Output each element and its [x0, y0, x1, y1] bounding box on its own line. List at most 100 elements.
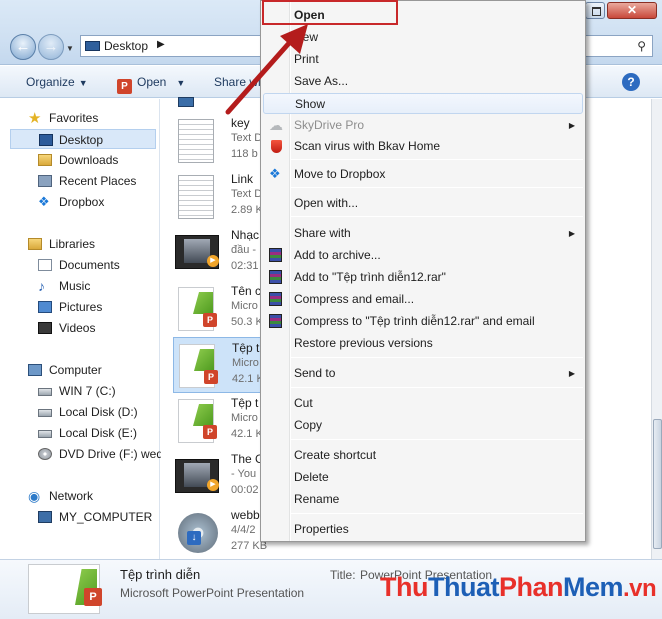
nav-item-drive-c[interactable]: WIN 7 (C:) — [0, 381, 160, 401]
chevron-right-icon[interactable]: ▶ — [157, 39, 165, 50]
menu-item-compress-rar-email[interactable]: Compress to "Tệp trình diễn12.rar" and e… — [263, 311, 583, 332]
menu-separator — [291, 513, 583, 514]
setup-arrow-icon: ↓ — [187, 531, 201, 545]
nav-favorites-label: Favorites — [49, 111, 99, 125]
text-file-icon — [178, 175, 214, 219]
maximize-button[interactable] — [585, 2, 605, 19]
vertical-scrollbar[interactable] — [651, 99, 662, 559]
chevron-down-icon: ▼ — [78, 78, 88, 88]
nav-item-label: WIN 7 (C:) — [59, 384, 116, 398]
menu-item-copy[interactable]: Copy — [263, 415, 583, 436]
watermark-part: Phan — [498, 572, 564, 602]
scrollbar-thumb[interactable] — [653, 419, 662, 549]
menu-item-label: Share with — [294, 226, 351, 240]
file-item-link[interactable]: Link Text D 2.89 K — [173, 169, 263, 225]
videos-icon — [38, 322, 52, 334]
menu-item-label: Add to archive... — [294, 248, 381, 262]
winrar-icon — [269, 248, 282, 262]
menu-item-compress-email[interactable]: Compress and email... — [263, 289, 583, 310]
menu-item-label: Copy — [294, 418, 323, 432]
help-icon[interactable]: ? — [622, 73, 640, 91]
nav-item-label: Videos — [59, 321, 96, 335]
menu-item-label: Cut — [294, 396, 313, 410]
libraries-icon — [28, 238, 42, 250]
nav-item-my-computer[interactable]: MY_COMPUTER — [0, 507, 160, 527]
nav-item-desktop[interactable]: Desktop — [10, 129, 156, 149]
recent-pages-dropdown[interactable]: ▼ — [66, 44, 74, 53]
file-item-webb[interactable]: ↓ webb 4/4/2 277 KB — [173, 505, 267, 561]
back-button[interactable]: ← — [10, 34, 36, 60]
file-item-key[interactable]: key Text D 118 b — [173, 113, 262, 169]
powerpoint-icon: P — [84, 588, 102, 606]
menu-item-label: Move to Dropbox — [294, 167, 386, 181]
nav-item-label: DVD Drive (F:) wed — [59, 447, 164, 461]
file-item-ten[interactable]: P Tên c Micro 50.3 K — [173, 281, 263, 337]
watermark-part: Thu — [380, 572, 428, 602]
submenu-arrow-icon: ▶ — [568, 229, 575, 238]
file-item-tep-selected[interactable]: P Tệp t Micro 42.1 K — [173, 337, 264, 393]
play-icon: ▶ — [207, 479, 219, 491]
open-label: Open — [137, 75, 167, 89]
menu-item-create-shortcut[interactable]: Create shortcut — [263, 445, 583, 466]
nav-item-downloads[interactable]: Downloads — [0, 150, 160, 170]
nav-network[interactable]: ◉ Network — [0, 486, 160, 506]
nav-item-videos[interactable]: Videos — [0, 318, 160, 338]
details-title-label: Title: — [330, 568, 356, 582]
desktop-icon — [85, 41, 100, 51]
music-icon: ♪ — [38, 278, 45, 294]
winrar-icon — [269, 292, 282, 306]
nav-network-label: Network — [49, 489, 94, 503]
organize-button[interactable]: Organize ▼ — [26, 75, 88, 89]
submenu-arrow-icon: ▶ — [568, 369, 575, 378]
nav-item-music[interactable]: ♪ Music — [0, 276, 160, 296]
nav-item-drive-f[interactable]: DVD Drive (F:) wed — [0, 444, 164, 464]
menu-item-properties[interactable]: Properties — [263, 519, 583, 540]
nav-item-label: Documents — [59, 258, 120, 272]
powerpoint-icon: P — [117, 79, 132, 94]
powerpoint-icon: P — [203, 313, 217, 327]
file-item-the-g[interactable]: ▶ The G - You 00:02 — [173, 449, 264, 505]
nav-item-recent-places[interactable]: Recent Places — [0, 171, 160, 191]
shortcut-icon[interactable] — [178, 97, 194, 107]
file-item-tep[interactable]: P Tệp t Micro 42.1 K — [173, 393, 263, 449]
menu-item-scan-virus[interactable]: Scan virus with Bkav Home — [263, 136, 583, 157]
close-button[interactable]: ✕ — [607, 2, 657, 19]
menu-item-add-to-archive[interactable]: Add to archive... — [263, 245, 583, 266]
nav-item-drive-e[interactable]: Local Disk (E:) — [0, 423, 160, 443]
forward-button[interactable]: → — [38, 34, 64, 60]
watermark-part: Mem — [563, 572, 624, 602]
file-item-nhac[interactable]: ▶ Nhạc đầu - 02:31 — [173, 225, 261, 281]
details-pane: P Tệp trình diễn Microsoft PowerPoint Pr… — [0, 559, 662, 619]
nav-item-pictures[interactable]: Pictures — [0, 297, 160, 317]
star-icon: ★ — [28, 110, 42, 127]
menu-item-label: Compress to "Tệp trình diễn12.rar" and e… — [294, 314, 535, 328]
nav-favorites[interactable]: ★ Favorites — [0, 108, 160, 128]
nav-item-drive-d[interactable]: Local Disk (D:) — [0, 402, 160, 422]
menu-item-label: Delete — [294, 470, 329, 484]
nav-libraries[interactable]: Libraries — [0, 234, 160, 254]
menu-item-move-to-dropbox[interactable]: ❖ Move to Dropbox — [263, 164, 583, 185]
open-button[interactable]: P Open ▼ — [117, 75, 185, 94]
breadcrumb-desktop[interactable]: Desktop — [104, 39, 148, 53]
menu-item-restore-previous[interactable]: Restore previous versions — [263, 333, 583, 354]
menu-item-delete[interactable]: Delete — [263, 467, 583, 488]
menu-item-add-to-rar[interactable]: Add to "Tệp trình diễn12.rar" — [263, 267, 583, 288]
powerpoint-icon: P — [204, 370, 218, 384]
nav-item-label: Desktop — [59, 133, 104, 147]
menu-separator — [291, 387, 583, 388]
menu-item-label: Rename — [294, 492, 340, 506]
menu-item-rename[interactable]: Rename — [263, 489, 583, 510]
watermark-part: .vn — [623, 575, 657, 602]
menu-item-open-with[interactable]: Open with... — [263, 193, 583, 214]
menu-item-send-to[interactable]: Send to ▶ — [263, 363, 583, 384]
nav-item-documents[interactable]: Documents — [0, 255, 160, 275]
menu-item-share-with[interactable]: Share with ▶ — [263, 223, 583, 244]
menu-separator — [291, 357, 583, 358]
cloud-icon: ☁ — [269, 117, 283, 133]
submenu-arrow-icon: ▶ — [568, 121, 575, 130]
details-file-name: Tệp trình diễn — [120, 567, 201, 582]
search-icon[interactable]: ⚲ — [637, 39, 646, 53]
nav-item-dropbox[interactable]: ❖ Dropbox — [0, 192, 160, 212]
menu-item-cut[interactable]: Cut — [263, 393, 583, 414]
nav-computer[interactable]: Computer — [0, 360, 160, 380]
